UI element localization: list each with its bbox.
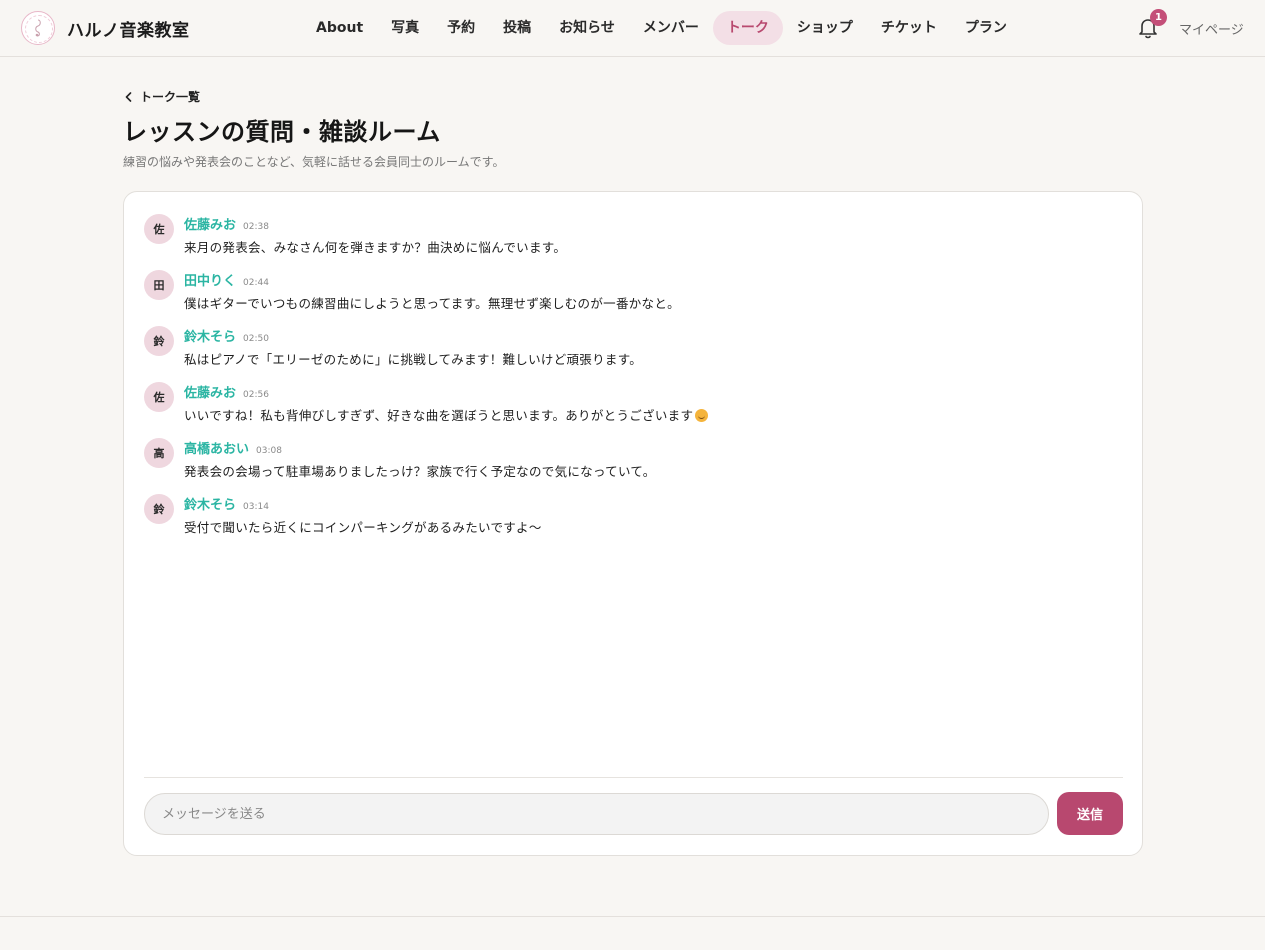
page-description: 練習の悩みや発表会のことなど、気軽に話せる会員同士のルームです。: [123, 155, 505, 169]
page-title: レッスンの質問・雑談ルーム: [123, 118, 441, 146]
message-text: 僕はギターでいつもの練習曲にしようと思ってます。無理せず楽しむのが一番かなと。: [184, 296, 680, 311]
message-input[interactable]: [144, 793, 1049, 835]
composer-divider: [144, 777, 1123, 778]
main-nav: About 写真 予約 投稿 お知らせ メンバー トーク ショップ チケット プ…: [302, 11, 1021, 45]
top-header: ハルノ音楽教室 About 写真 予約 投稿 お知らせ メンバー トーク ショッ…: [0, 0, 1265, 57]
message-header: 佐藤みお 02:56: [184, 382, 269, 401]
send-button[interactable]: 送信: [1057, 792, 1123, 835]
nav-photos[interactable]: 写真: [377, 11, 433, 45]
message-time: 02:56: [243, 390, 269, 400]
brand[interactable]: ハルノ音楽教室: [21, 11, 190, 45]
message-header: 高橋あおい 03:08: [184, 438, 282, 457]
avatar[interactable]: 高: [144, 438, 174, 468]
message-time: 02:50: [243, 334, 269, 344]
footer-divider: [0, 916, 1265, 917]
avatar[interactable]: 鈴: [144, 326, 174, 356]
message-text: 発表会の会場って駐車場ありましたっけ？家族で行く予定なので気になっていて。: [184, 464, 656, 479]
message-time: 02:44: [243, 278, 269, 288]
message-time: 03:08: [256, 446, 282, 456]
sender-name[interactable]: 鈴木そら: [184, 326, 236, 345]
nav-shop[interactable]: ショップ: [783, 11, 867, 45]
avatar[interactable]: 佐: [144, 382, 174, 412]
message-header: 佐藤みお 02:38: [184, 214, 269, 233]
chat-panel: 佐 佐藤みお 02:38 来月の発表会、みなさん何を弾きますか？曲決めに悩んでい…: [123, 191, 1143, 856]
avatar[interactable]: 鈴: [144, 494, 174, 524]
nav-plans[interactable]: プラン: [951, 11, 1021, 45]
message-header: 田中りく 02:44: [184, 270, 269, 289]
message-list[interactable]: 佐 佐藤みお 02:38 来月の発表会、みなさん何を弾きますか？曲決めに悩んでい…: [144, 214, 1124, 550]
message-item: 佐 佐藤みお 02:56 いいですね！私も背伸びしすぎず、好きな曲を選ぼうと思い…: [144, 382, 1124, 438]
message-item: 田 田中りく 02:44 僕はギターでいつもの練習曲にしようと思ってます。無理せ…: [144, 270, 1124, 326]
nav-members[interactable]: メンバー: [629, 11, 713, 45]
sender-name[interactable]: 佐藤みお: [184, 382, 236, 401]
message-text-with-emoji: いいですね！私も背伸びしすぎず、好きな曲を選ぼうと思います。ありがとうございます: [184, 405, 709, 424]
nav-about[interactable]: About: [302, 11, 377, 45]
message-item: 鈴 鈴木そら 02:50 私はピアノで「エリーゼのために」に挑戦してみます！難し…: [144, 326, 1124, 382]
sender-name[interactable]: 佐藤みお: [184, 214, 236, 233]
message-item: 佐 佐藤みお 02:38 来月の発表会、みなさん何を弾きますか？曲決めに悩んでい…: [144, 214, 1124, 270]
message-text: 来月の発表会、みなさん何を弾きますか？曲決めに悩んでいます。: [184, 240, 567, 255]
nav-talk[interactable]: トーク: [712, 11, 783, 45]
nav-tickets[interactable]: チケット: [867, 11, 951, 45]
message-item: 鈴 鈴木そら 03:14 受付で聞いたら近くにコインパーキングがあるみたいですよ…: [144, 494, 1124, 550]
message-text: 受付で聞いたら近くにコインパーキングがあるみたいですよ〜: [184, 520, 542, 535]
message-time: 03:14: [243, 502, 269, 512]
music-note-logo-icon: [21, 11, 55, 45]
message-header: 鈴木そら 03:14: [184, 494, 269, 513]
sender-name[interactable]: 鈴木そら: [184, 494, 236, 513]
smiling-face-emoji-icon: [695, 409, 709, 422]
message-item: 高 高橋あおい 03:08 発表会の会場って駐車場ありましたっけ？家族で行く予定…: [144, 438, 1124, 494]
message-time: 02:38: [243, 222, 269, 232]
sender-name[interactable]: 田中りく: [184, 270, 236, 289]
message-text: 私はピアノで「エリーゼのために」に挑戦してみます！難しいけど頑張ります。: [184, 352, 643, 367]
nav-booking[interactable]: 予約: [433, 11, 489, 45]
back-to-talk-list-link[interactable]: トーク一覧: [124, 88, 200, 105]
back-link-label: トーク一覧: [140, 90, 201, 104]
message-text: いいですね！私も背伸びしすぎず、好きな曲を選ぼうと思います。ありがとうございます: [184, 408, 694, 423]
chevron-left-icon: [125, 91, 132, 102]
avatar[interactable]: 田: [144, 270, 174, 300]
notification-badge: 1: [1150, 9, 1167, 26]
message-header: 鈴木そら 02:50: [184, 326, 269, 345]
mypage-link[interactable]: マイページ: [1179, 19, 1244, 38]
brand-name: ハルノ音楽教室: [67, 20, 190, 41]
nav-news[interactable]: お知らせ: [545, 11, 629, 45]
nav-posts[interactable]: 投稿: [489, 11, 545, 45]
sender-name[interactable]: 高橋あおい: [184, 438, 249, 457]
avatar[interactable]: 佐: [144, 214, 174, 244]
